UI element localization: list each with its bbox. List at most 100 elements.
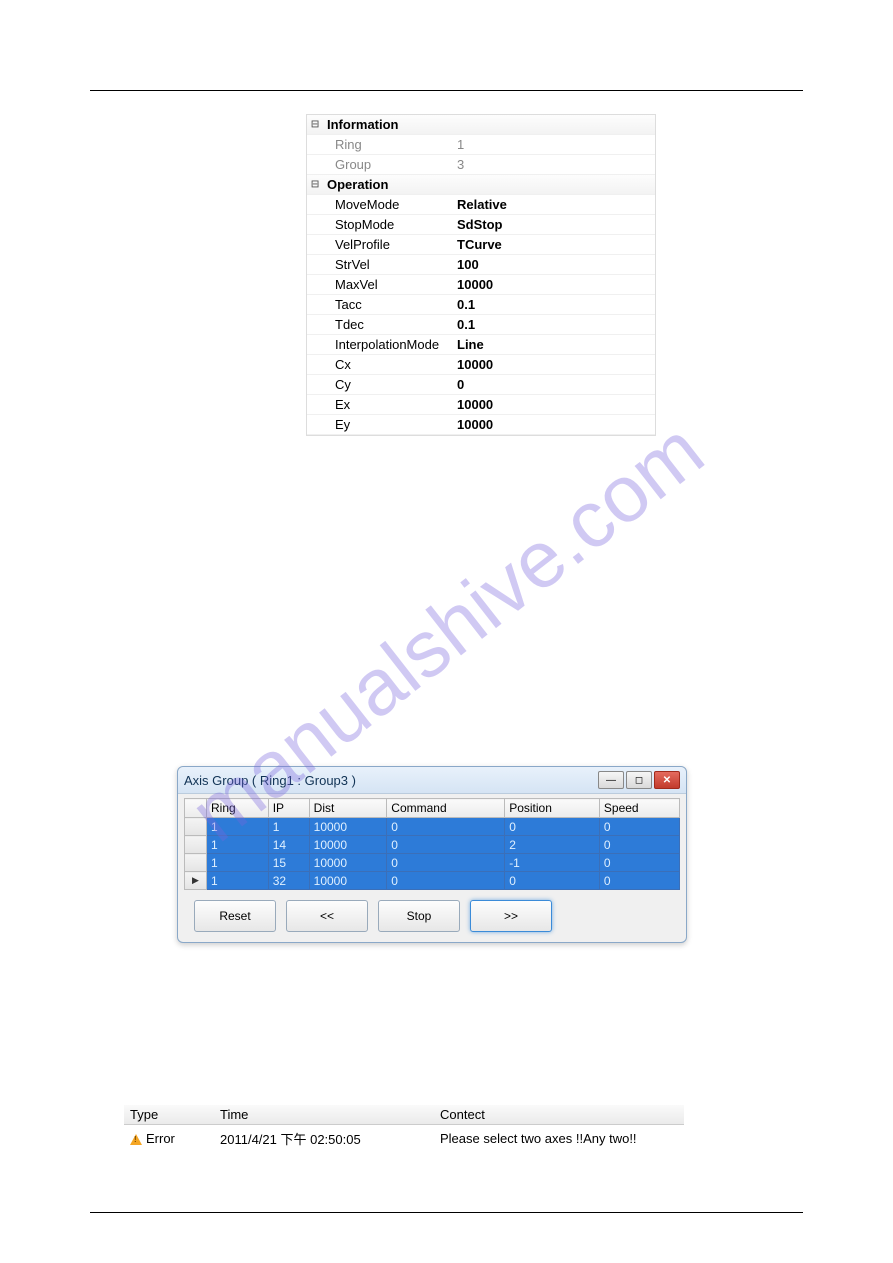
table-row[interactable]: 1 32 10000 0 0 0 — [185, 872, 680, 890]
row-header[interactable] — [185, 854, 207, 872]
cell-ring[interactable]: 1 — [207, 818, 269, 836]
prop-row-cx[interactable]: Cx10000 — [307, 355, 655, 375]
log-col-type[interactable]: Type — [124, 1105, 214, 1125]
col-position[interactable]: Position — [505, 799, 600, 818]
prop-row-tdec[interactable]: Tdec0.1 — [307, 315, 655, 335]
prop-row-maxvel[interactable]: MaxVel10000 — [307, 275, 655, 295]
table-row[interactable]: 1 15 10000 0 -1 0 — [185, 854, 680, 872]
log-cell-time: 2011/4/21 下午 02:50:05 — [214, 1125, 434, 1153]
cell-speed[interactable]: 0 — [599, 854, 679, 872]
row-header[interactable] — [185, 818, 207, 836]
prop-label: MoveMode — [307, 197, 457, 212]
prop-row-movemode[interactable]: MoveModeRelative — [307, 195, 655, 215]
prop-row-ey[interactable]: Ey10000 — [307, 415, 655, 435]
prop-value[interactable]: TCurve — [457, 237, 655, 252]
prop-value[interactable]: Line — [457, 337, 655, 352]
prop-section-information[interactable]: ⊟ Information — [307, 115, 655, 135]
prop-value[interactable]: SdStop — [457, 217, 655, 232]
close-button[interactable]: ✕ — [654, 771, 680, 789]
table-row[interactable]: 1 1 10000 0 0 0 — [185, 818, 680, 836]
prop-value[interactable]: 10000 — [457, 417, 655, 432]
cell-command[interactable]: 0 — [387, 854, 505, 872]
prop-row-interpolation[interactable]: InterpolationModeLine — [307, 335, 655, 355]
row-header[interactable] — [185, 836, 207, 854]
log-row[interactable]: Error 2011/4/21 下午 02:50:05 Please selec… — [124, 1125, 684, 1153]
col-rowheader — [185, 799, 207, 818]
cell-dist[interactable]: 10000 — [309, 854, 387, 872]
col-command[interactable]: Command — [387, 799, 505, 818]
reset-button[interactable]: Reset — [194, 900, 276, 932]
prop-value[interactable]: 10000 — [457, 277, 655, 292]
cell-command[interactable]: 0 — [387, 818, 505, 836]
maximize-button[interactable]: ◻ — [626, 771, 652, 789]
cell-command[interactable]: 0 — [387, 872, 505, 890]
log-table: Type Time Contect Error 2011/4/21 下午 02:… — [124, 1105, 684, 1152]
log-cell-content: Please select two axes !!Any two!! — [434, 1125, 684, 1153]
cell-command[interactable]: 0 — [387, 836, 505, 854]
row-header-active[interactable] — [185, 872, 207, 890]
prop-value[interactable]: Relative — [457, 197, 655, 212]
cell-dist[interactable]: 10000 — [309, 836, 387, 854]
page-rule-top — [90, 90, 803, 91]
cell-ip[interactable]: 32 — [268, 872, 309, 890]
cell-position[interactable]: 2 — [505, 836, 600, 854]
prop-row-cy[interactable]: Cy0 — [307, 375, 655, 395]
collapse-icon[interactable]: ⊟ — [307, 117, 323, 132]
prop-row-strvel[interactable]: StrVel100 — [307, 255, 655, 275]
log-panel: Type Time Contect Error 2011/4/21 下午 02:… — [124, 1105, 684, 1152]
prop-row-ex[interactable]: Ex10000 — [307, 395, 655, 415]
cell-position[interactable]: 0 — [505, 872, 600, 890]
col-ip[interactable]: IP — [268, 799, 309, 818]
prop-section-operation[interactable]: ⊟ Operation — [307, 175, 655, 195]
cell-speed[interactable]: 0 — [599, 818, 679, 836]
cell-ip[interactable]: 1 — [268, 818, 309, 836]
col-dist[interactable]: Dist — [309, 799, 387, 818]
prop-value[interactable]: 10000 — [457, 357, 655, 372]
prop-label: Ex — [307, 397, 457, 412]
prop-value[interactable]: 0.1 — [457, 297, 655, 312]
prop-value[interactable]: 10000 — [457, 397, 655, 412]
log-col-time[interactable]: Time — [214, 1105, 434, 1125]
prop-value[interactable]: 0 — [457, 377, 655, 392]
cell-ring[interactable]: 1 — [207, 872, 269, 890]
prop-label: MaxVel — [307, 277, 457, 292]
table-row[interactable]: 1 14 10000 0 2 0 — [185, 836, 680, 854]
prop-row-ring[interactable]: Ring 1 — [307, 135, 655, 155]
prop-value: 3 — [457, 157, 655, 172]
next-button[interactable]: >> — [470, 900, 552, 932]
prev-button[interactable]: << — [286, 900, 368, 932]
cell-ip[interactable]: 14 — [268, 836, 309, 854]
prop-value[interactable]: 0.1 — [457, 317, 655, 332]
cell-position[interactable]: -1 — [505, 854, 600, 872]
axis-group-window: Axis Group ( Ring1 : Group3 ) — ◻ ✕ Ring… — [177, 766, 687, 943]
cell-position[interactable]: 0 — [505, 818, 600, 836]
warning-icon — [130, 1134, 142, 1145]
table-header-row: Ring IP Dist Command Position Speed — [185, 799, 680, 818]
cell-ring[interactable]: 1 — [207, 836, 269, 854]
prop-label: StrVel — [307, 257, 457, 272]
stop-button[interactable]: Stop — [378, 900, 460, 932]
prop-row-stopmode[interactable]: StopModeSdStop — [307, 215, 655, 235]
prop-label: Tacc — [307, 297, 457, 312]
prop-value[interactable]: 100 — [457, 257, 655, 272]
prop-section-label: Information — [323, 117, 399, 132]
cell-ring[interactable]: 1 — [207, 854, 269, 872]
prop-value: 1 — [457, 137, 655, 152]
cell-speed[interactable]: 0 — [599, 836, 679, 854]
prop-row-tacc[interactable]: Tacc0.1 — [307, 295, 655, 315]
collapse-icon[interactable]: ⊟ — [307, 177, 323, 192]
page-rule-bottom — [90, 1212, 803, 1213]
cell-dist[interactable]: 10000 — [309, 818, 387, 836]
cell-dist[interactable]: 10000 — [309, 872, 387, 890]
prop-row-velprofile[interactable]: VelProfileTCurve — [307, 235, 655, 255]
prop-row-group[interactable]: Group 3 — [307, 155, 655, 175]
col-speed[interactable]: Speed — [599, 799, 679, 818]
cell-ip[interactable]: 15 — [268, 854, 309, 872]
prop-section-label: Operation — [323, 177, 388, 192]
window-titlebar[interactable]: Axis Group ( Ring1 : Group3 ) — ◻ ✕ — [178, 767, 686, 794]
col-ring[interactable]: Ring — [207, 799, 269, 818]
log-col-content[interactable]: Contect — [434, 1105, 684, 1125]
minimize-button[interactable]: — — [598, 771, 624, 789]
window-body: Ring IP Dist Command Position Speed 1 1 … — [178, 794, 686, 942]
cell-speed[interactable]: 0 — [599, 872, 679, 890]
